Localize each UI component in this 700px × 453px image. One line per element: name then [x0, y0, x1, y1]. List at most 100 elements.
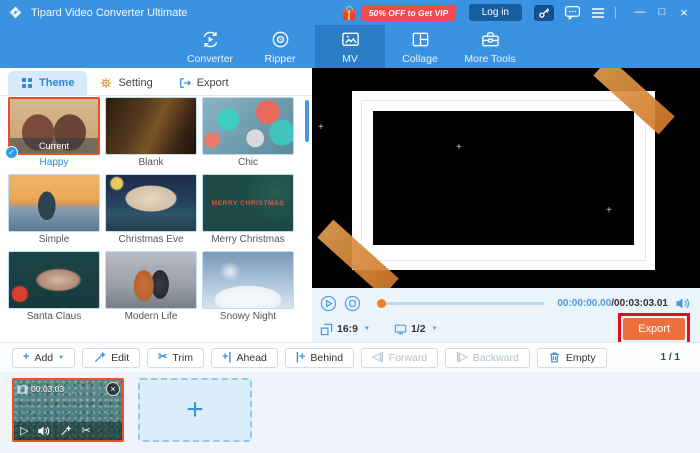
chevron-down-icon: ▼ — [431, 326, 438, 332]
clip-header: 00:03:03 × — [17, 382, 120, 396]
theme-name: Happy — [39, 157, 69, 168]
trim-button[interactable]: ✂ Trim — [147, 347, 204, 368]
panel-tab-theme[interactable]: Theme — [8, 71, 88, 95]
screen-page-value: 1/2 — [410, 323, 426, 335]
theme-thumbnail — [105, 97, 197, 155]
trim-button-glyph-icon: ✂ — [158, 351, 168, 363]
register-key-icon[interactable] — [534, 4, 554, 21]
thumbnail-text: MERRY CHRISTMAS — [211, 199, 285, 207]
clip-actions: ▷ ✂ — [14, 422, 122, 440]
theme-thumbnail — [8, 174, 100, 232]
theme-item-merry-christmas[interactable]: MERRY CHRISTMAS Merry Christmas — [202, 174, 294, 246]
theme-grid-icon — [21, 77, 33, 89]
behind-button-glyph-icon: |+ — [295, 351, 306, 363]
screen-page-select[interactable]: 1/2 ▼ — [394, 323, 438, 336]
titlebar: Tipard Video Converter Ultimate 50% OFF … — [0, 0, 700, 25]
app-logo-icon — [8, 5, 23, 20]
video-preview: + + + — [312, 68, 700, 288]
button-label: Trim — [172, 351, 193, 364]
tab-converter[interactable]: Converter — [175, 25, 245, 68]
clip-volume-icon[interactable] — [37, 425, 50, 437]
minimize-button[interactable]: — — [632, 0, 648, 25]
edit-button[interactable]: Edit — [82, 347, 141, 368]
theme-name: Chic — [237, 157, 258, 168]
trash-icon — [548, 351, 561, 364]
panel-tab-label: Theme — [39, 77, 75, 89]
theme-item-happy[interactable]: Current ✓ Happy — [5, 97, 100, 169]
theme-item-snowy-night[interactable]: Snowy Night — [202, 251, 294, 323]
export-area: Export — [618, 313, 690, 345]
theme-name: Christmas Eve — [118, 234, 184, 245]
scrollbar-thumb[interactable] — [305, 100, 309, 142]
photo-frame — [352, 91, 655, 270]
theme-item-blank[interactable]: Blank — [105, 97, 197, 169]
panel-tabs: Theme Setting Export — [0, 68, 312, 96]
clip-thumbnail[interactable]: 00:03:03 × ▷ ✂ — [12, 378, 124, 442]
wand-icon — [93, 351, 107, 364]
theme-item-santa-claus[interactable]: Santa Claus — [8, 251, 100, 323]
add-clip-tile[interactable]: + — [138, 378, 252, 442]
ripper-icon — [270, 29, 291, 50]
aspect-ratio-select[interactable]: 16:9 ▼ — [320, 323, 370, 336]
theme-item-christmas-eve[interactable]: Christmas Eve — [105, 174, 197, 246]
export-button[interactable]: Export — [623, 318, 685, 340]
mv-icon — [340, 29, 361, 50]
progress-handle[interactable] — [377, 299, 386, 308]
add-button-glyph-icon: + — [23, 351, 30, 363]
video-screen — [373, 111, 634, 245]
time-display: 00:00:00.00/00:03:03.01 — [557, 298, 668, 309]
tab-collage[interactable]: Collage — [385, 25, 455, 68]
close-button[interactable]: × — [676, 0, 692, 25]
button-label: Forward — [388, 351, 428, 364]
aspect-ratio-value: 16:9 — [337, 323, 359, 335]
volume-icon[interactable] — [675, 297, 690, 310]
theme-name: Simple — [38, 234, 70, 245]
stop-button[interactable] — [344, 295, 361, 312]
player-controls: 00:00:00.00/00:03:03.01 16:9 ▼ 1/2 ▼ Exp… — [312, 288, 700, 345]
tab-more-tools[interactable]: More Tools — [455, 25, 525, 68]
menu-icon[interactable] — [591, 7, 605, 19]
tab-label: Collage — [402, 52, 438, 65]
theme-item-simple[interactable]: Simple — [8, 174, 100, 246]
gift-icon[interactable] — [342, 5, 357, 20]
feedback-chat-icon[interactable] — [564, 5, 581, 20]
monitor-icon — [394, 323, 407, 336]
forward-button: ◁| Forward — [361, 347, 439, 368]
progress-bar[interactable] — [377, 299, 545, 308]
promo-badge[interactable]: 50% OFF to Get VIP — [360, 4, 458, 21]
theme-name: Snowy Night — [219, 311, 277, 322]
panel-tab-setting[interactable]: Setting — [87, 71, 165, 95]
clip-edit-wand-icon[interactable] — [59, 425, 73, 437]
theme-item-chic[interactable]: Chic — [202, 97, 294, 169]
theme-item-modern-life[interactable]: Modern Life — [105, 251, 197, 323]
forward-button-glyph-icon: ◁| — [372, 351, 384, 363]
button-label: Empty — [565, 351, 596, 364]
tab-ripper[interactable]: Ripper — [245, 25, 315, 68]
login-button[interactable]: Log in — [468, 4, 522, 21]
current-badge: Current — [10, 138, 98, 153]
tab-mv[interactable]: MV — [315, 25, 385, 68]
empty-button[interactable]: Empty — [536, 347, 607, 368]
timeline-page-indicator: 1 / 1 — [660, 352, 680, 363]
ahead-button[interactable]: +| Ahead — [211, 347, 278, 368]
ahead-button-glyph-icon: +| — [222, 351, 232, 363]
maximize-button[interactable]: □ — [654, 0, 670, 25]
theme-name: Santa Claus — [26, 311, 82, 322]
button-label: Ahead — [236, 351, 267, 364]
button-label: Add — [34, 351, 54, 364]
collage-icon — [410, 29, 431, 50]
theme-thumbnail — [8, 251, 100, 309]
theme-name: Modern Life — [124, 311, 178, 322]
remove-clip-icon[interactable]: × — [106, 382, 120, 396]
clip-play-icon[interactable]: ▷ — [20, 425, 28, 437]
chevron-down-icon: ▼ — [58, 354, 65, 361]
panel-tab-export[interactable]: Export — [166, 71, 242, 95]
clip-trim-scissors-icon[interactable]: ✂ — [81, 425, 90, 437]
tab-label: Converter — [186, 52, 234, 65]
add-button[interactable]: + Add ▼ — [12, 347, 76, 368]
play-button[interactable] — [320, 295, 337, 312]
backward-button: |▷ Backward — [445, 347, 530, 368]
theme-name: Blank — [138, 157, 164, 168]
behind-button[interactable]: |+ Behind — [284, 347, 355, 368]
titlebar-separator — [615, 6, 616, 19]
